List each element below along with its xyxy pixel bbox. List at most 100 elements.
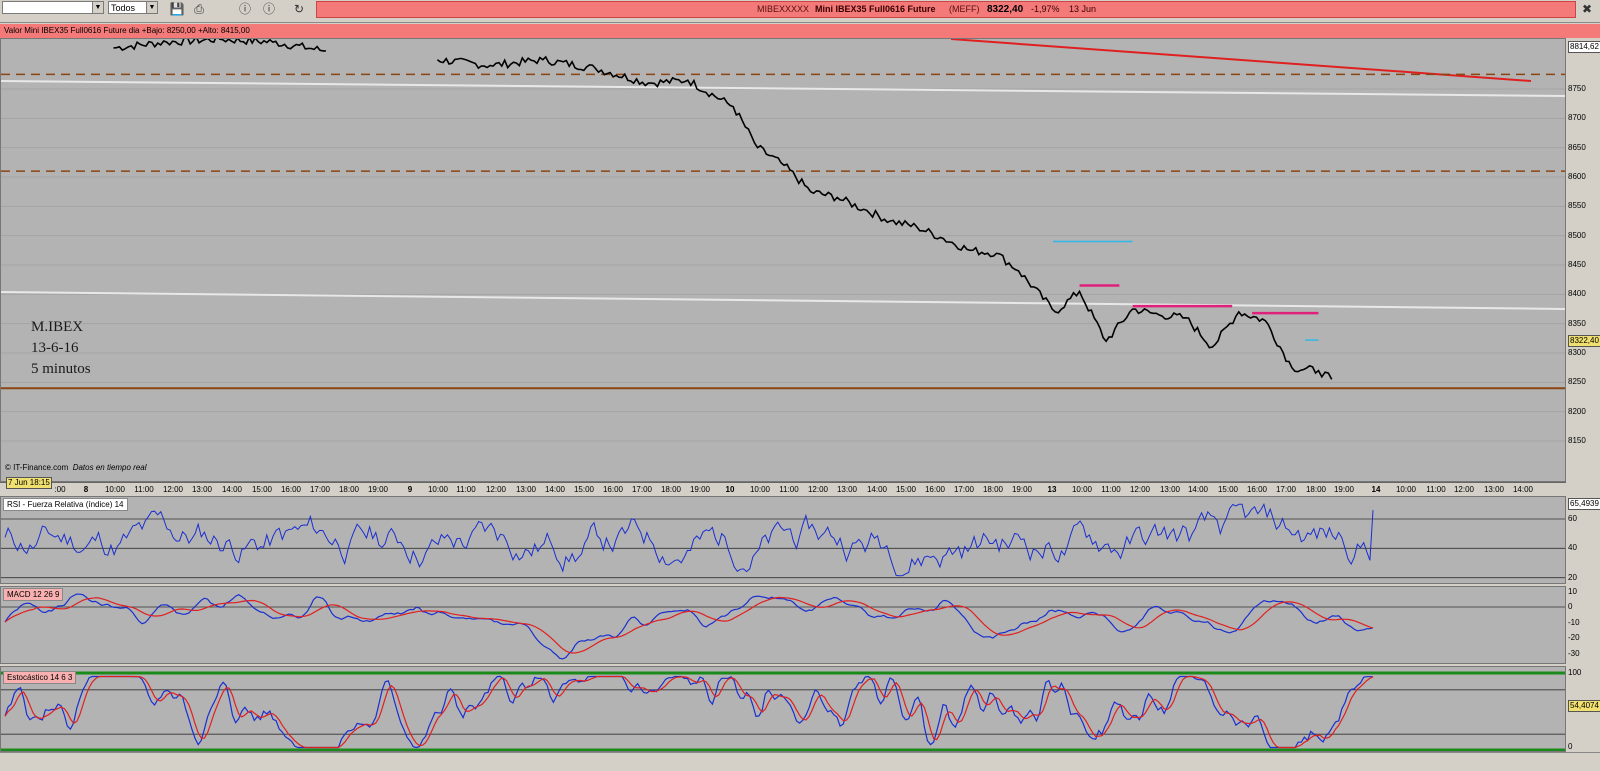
annotation-line-2: 13-6-16 (31, 340, 79, 356)
rsi-y-tick: 60 (1568, 514, 1577, 523)
macd-y-tick: -30 (1568, 648, 1580, 658)
time-tick-label: 19:00 (689, 485, 711, 494)
time-tick-label: 19:00 (1011, 485, 1033, 494)
time-tick-label: 14:00 (1187, 485, 1209, 494)
price-y-tick: 8814,62 (1568, 41, 1600, 53)
save-icon[interactable]: 💾 (168, 1, 186, 18)
price-y-tick: 8700 (1568, 113, 1586, 123)
time-tick-label: 10:00 (1395, 485, 1417, 494)
time-tick-label: 19:00 (1333, 485, 1355, 494)
price-y-tick: 8650 (1568, 142, 1586, 152)
stochastic-current-value: 54,4074 (1568, 700, 1600, 712)
last-price: 8322,40 (987, 4, 1024, 15)
rsi-label: RSI - Fuerza Relativa (índice) 14 (3, 498, 128, 511)
time-tick-label: 16:00 (280, 485, 302, 494)
macd-y-tick: 10 (1568, 586, 1577, 596)
time-tick-label: 11:00 (1426, 485, 1446, 494)
time-tick-label: 12:00 (485, 485, 507, 494)
macd-y-tick: -10 (1568, 617, 1580, 627)
time-tick-label: 12:00 (1129, 485, 1151, 494)
macd-panel[interactable]: MACD 12 26 9 (0, 586, 1566, 664)
time-axis: 7 Jun 18:15 :00 8 10:00 11:00 12:00 13:00 14:0… (0, 477, 1566, 497)
time-tick-label: 15:00 (1217, 485, 1239, 494)
price-y-axis: 8814,62 8750 8700 8650 8600 8550 8500 8450 8400 8… (1566, 38, 1600, 482)
time-tick-label: 13:00 (1159, 485, 1181, 494)
price-y-tick: 8550 (1568, 201, 1586, 211)
macd-line (4, 593, 1374, 660)
price-y-tick: 8350 (1568, 318, 1586, 328)
annotation-line-3: 5 minutos (31, 361, 91, 377)
help-icon[interactable]: ⓘ (236, 1, 254, 18)
ticker-code: MIBEXXXXX (757, 4, 810, 14)
time-tick-label: 10:00 (749, 485, 771, 494)
stochastic-y-tick: 0 (1568, 742, 1573, 751)
time-tick-label: 16:00 (1246, 485, 1268, 494)
time-tick-label: 18:00 (982, 485, 1004, 494)
axis-corner (1566, 482, 1600, 496)
annotation-line-1: M.IBEX (31, 319, 84, 335)
instrument-title-bar: MIBEXXXXX Mini IBEX35 Full0616 Future (M… (316, 1, 1576, 18)
refresh-chart-icon[interactable]: ↻ (290, 1, 308, 18)
chevron-down-icon: ▼ (146, 2, 157, 13)
time-tick-label: 8 (83, 485, 89, 494)
time-tick-label: 17:00 (309, 485, 331, 494)
macd-label: MACD 12 26 9 (3, 588, 64, 601)
time-tick-label: 16:00 (602, 485, 624, 494)
stochastic-panel[interactable]: Estocástico 14 6 3 (0, 666, 1566, 752)
price-chart-panel[interactable]: M.IBEX 13-6-16 5 minutos © IT-Finance.co… (0, 38, 1566, 482)
symbol-dropdown[interactable]: ▼ (2, 1, 104, 14)
info-icon[interactable]: ⓘ (260, 1, 278, 18)
price-y-tick: 8250 (1568, 377, 1586, 387)
filter-dropdown[interactable]: Todos ▼ (108, 1, 158, 14)
chart-annotation: M.IBEX 13-6-16 5 minutos (31, 317, 91, 380)
rsi-line (4, 502, 1374, 577)
macd-chart (1, 593, 1565, 660)
time-tick-label: 13:00 (191, 485, 213, 494)
time-tick-label: 13:00 (836, 485, 858, 494)
print-icon[interactable]: ⎙ (190, 1, 208, 18)
source-note: Datos en tiempo real (72, 463, 147, 472)
rsi-panel[interactable]: RSI - Fuerza Relativa (índice) 14 (0, 496, 1566, 584)
filter-dropdown-value: Todos (111, 3, 136, 13)
toolbar: ▼ Todos ▼ 💾 ⎙ ⓘ ⓘ ↻ MIBEXXXXX Mini IBEX3… (0, 0, 1600, 23)
price-panel-header-text: Valor Mini IBEX35 Full0616 Future dia +B… (4, 26, 250, 35)
chevron-down-icon: ▼ (92, 2, 103, 13)
change-percent: -1,97% (1031, 4, 1060, 14)
time-tick-label: 14:00 (1512, 485, 1534, 494)
time-tick-label: 12:00 (162, 485, 184, 494)
rsi-chart (1, 502, 1565, 579)
price-y-tick: 8450 (1568, 260, 1586, 269)
quote-date: 13 Jun (1069, 4, 1097, 14)
close-icon[interactable]: ✖ (1578, 1, 1596, 18)
time-tick-label: 11:00 (779, 485, 799, 494)
time-tick-label: 18:00 (660, 485, 682, 494)
date-badge: 7 Jun 18:15 (6, 477, 52, 489)
rsi-y-axis: 65,4939 60 40 20 (1566, 496, 1600, 584)
price-y-tick: 8200 (1568, 406, 1586, 416)
time-tick-label: 17:00 (1275, 485, 1297, 494)
time-tick-label: 15:00 (251, 485, 273, 494)
time-tick-label: 17:00 (953, 485, 975, 494)
time-tick-label: 11:00 (456, 485, 476, 494)
stochastic-d-line (4, 675, 1374, 749)
macd-y-tick: 0 (1568, 602, 1573, 611)
time-tick-label: 19:00 (367, 485, 389, 494)
time-tick-label: 18:00 (1305, 485, 1327, 494)
price-panel-header: Valor Mini IBEX35 Full0616 Future dia +B… (0, 24, 1600, 39)
time-tick-label: 15:00 (573, 485, 595, 494)
stochastic-k-line (4, 675, 1373, 749)
time-tick-label: 17:00 (631, 485, 653, 494)
source-text: © IT-Finance.com (5, 463, 69, 472)
macd-signal-line (4, 596, 1374, 654)
rsi-current-value: 65,4939 (1568, 498, 1600, 510)
horizontal-scrollbar[interactable] (0, 752, 1600, 771)
time-tick-label: 10:00 (427, 485, 449, 494)
time-tick-label: 16:00 (924, 485, 946, 494)
stochastic-y-tick: 100 (1568, 668, 1582, 677)
time-tick-label: 10 (725, 485, 735, 494)
market-name: (MEFF) (949, 4, 980, 14)
price-series-line (113, 39, 1333, 380)
rsi-y-tick: 20 (1568, 572, 1577, 582)
stochastic-y-axis: 100 54,4074 0 (1566, 666, 1600, 752)
instrument-name: Mini IBEX35 Full0616 Future (815, 4, 936, 14)
